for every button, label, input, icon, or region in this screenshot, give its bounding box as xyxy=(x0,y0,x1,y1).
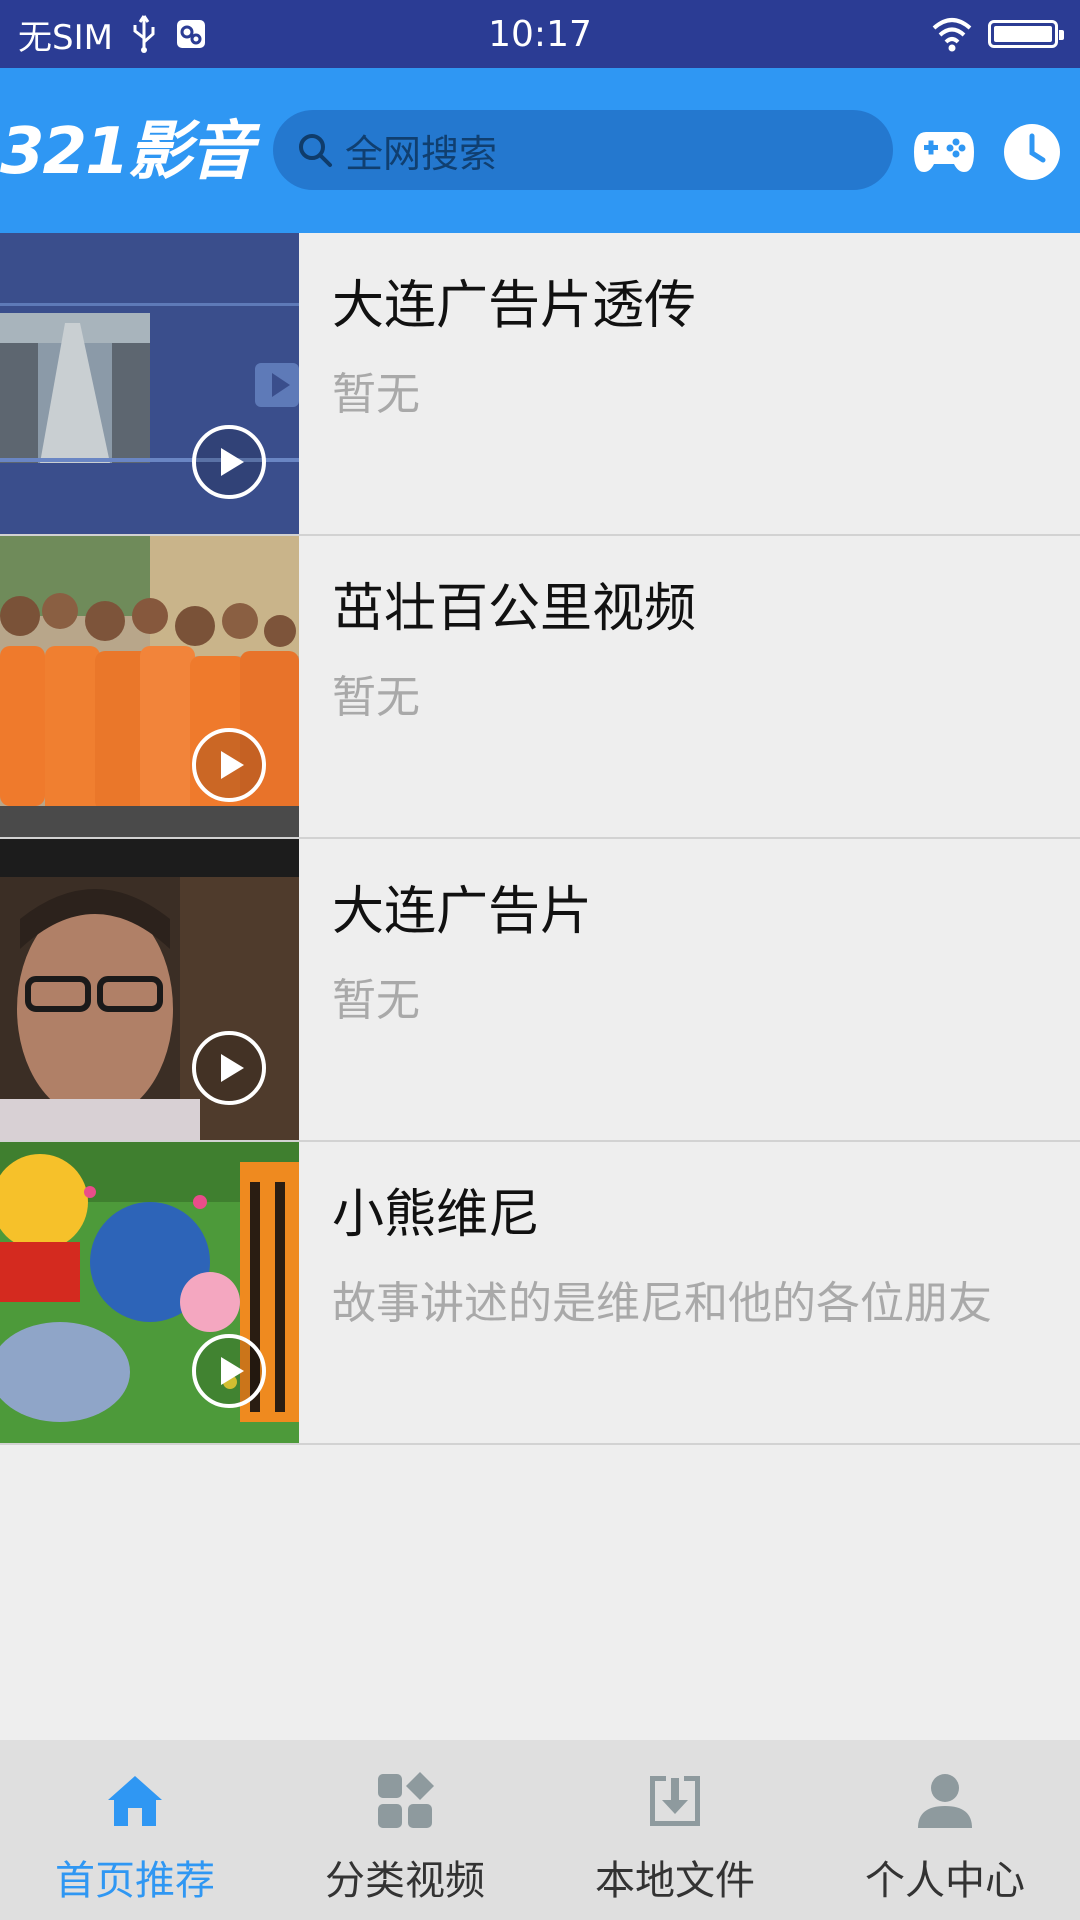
play-icon xyxy=(192,1334,266,1408)
tab-category[interactable]: 分类视频 xyxy=(270,1740,540,1920)
tab-label: 本地文件 xyxy=(595,1858,755,1904)
tab-label: 个人中心 xyxy=(865,1858,1025,1904)
video-list: 大连广告片透传 暂无 茁壮百公里视频 暂无 大连广告片 暂无 小熊维尼 故事讲述… xyxy=(0,233,1080,1445)
app-logo: 321影音 xyxy=(0,115,254,189)
status-bar: 无SIM 10:17 xyxy=(0,0,1080,68)
video-description: 暂无 xyxy=(332,975,420,1026)
wifi-icon xyxy=(932,18,972,52)
gamepad-icon[interactable] xyxy=(912,120,976,184)
list-item[interactable]: 大连广告片 暂无 xyxy=(0,839,1080,1142)
home-icon xyxy=(108,1776,162,1826)
search-input[interactable]: 全网搜索 xyxy=(273,110,893,190)
video-title: 小熊维尼 xyxy=(332,1185,541,1245)
list-item[interactable]: 小熊维尼 故事讲述的是维尼和他的各位朋友 xyxy=(0,1142,1080,1445)
tab-local-files[interactable]: 本地文件 xyxy=(540,1740,810,1920)
video-description: 暂无 xyxy=(332,672,420,723)
battery-icon xyxy=(988,20,1064,48)
search-placeholder: 全网搜索 xyxy=(345,131,498,176)
video-description: 暂无 xyxy=(332,369,420,420)
video-thumbnail[interactable] xyxy=(0,536,299,837)
list-item[interactable]: 茁壮百公里视频 暂无 xyxy=(0,536,1080,839)
video-thumbnail[interactable] xyxy=(0,839,299,1140)
list-item[interactable]: 大连广告片透传 暂无 xyxy=(0,233,1080,536)
play-icon xyxy=(192,1031,266,1105)
app-header: 321影音 全网搜索 xyxy=(0,68,1080,233)
tab-home[interactable]: 首页推荐 xyxy=(0,1740,270,1920)
video-title: 大连广告片透传 xyxy=(332,276,697,336)
tab-label: 首页推荐 xyxy=(55,1858,215,1904)
search-icon xyxy=(299,134,332,167)
video-title: 茁壮百公里视频 xyxy=(332,579,697,639)
download-icon xyxy=(650,1776,700,1826)
video-thumbnail[interactable] xyxy=(0,233,299,534)
clock-icon[interactable] xyxy=(1000,120,1064,184)
video-title: 大连广告片 xyxy=(332,882,593,942)
video-thumbnail[interactable] xyxy=(0,1142,299,1443)
tab-profile[interactable]: 个人中心 xyxy=(810,1740,1080,1920)
tab-label: 分类视频 xyxy=(325,1858,485,1904)
user-icon xyxy=(918,1774,972,1828)
status-right xyxy=(930,0,1064,68)
category-icon xyxy=(378,1772,434,1828)
clock-time: 10:17 xyxy=(488,13,592,55)
play-icon xyxy=(192,728,266,802)
bottom-nav: 首页推荐 分类视频 本地文件 个人中心 xyxy=(0,1740,1080,1920)
play-icon xyxy=(192,425,266,499)
video-description: 故事讲述的是维尼和他的各位朋友 xyxy=(332,1278,992,1329)
